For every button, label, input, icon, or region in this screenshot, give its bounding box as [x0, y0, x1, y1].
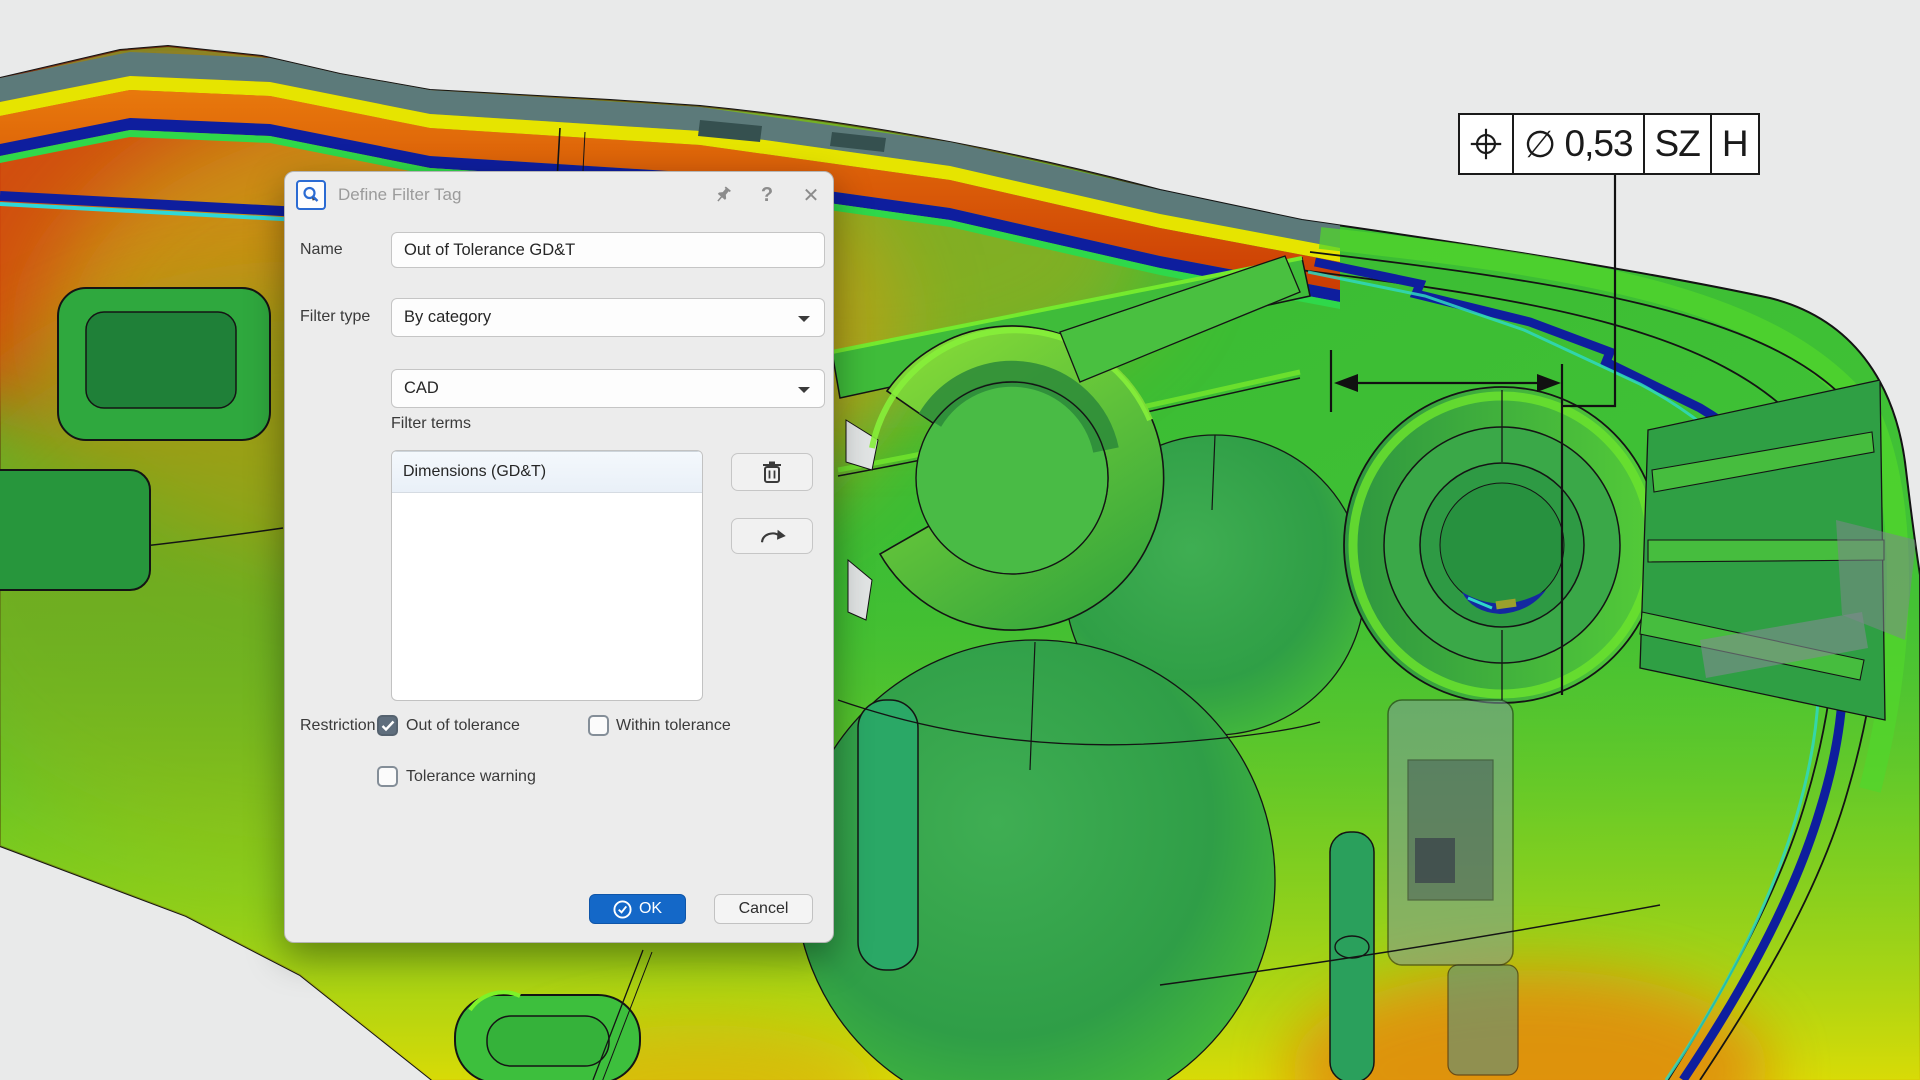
- pin-icon[interactable]: [701, 175, 745, 215]
- within-tolerance-label: Within tolerance: [616, 717, 731, 735]
- diameter-symbol: ∅: [1524, 123, 1555, 166]
- gdt-annotation[interactable]: ∅ 0,53 SZ H: [1458, 113, 1760, 175]
- chevron-down-icon: [798, 387, 810, 393]
- check-icon: [381, 720, 395, 732]
- category-value: CAD: [404, 379, 439, 398]
- list-item[interactable]: Dimensions (GD&T): [392, 451, 702, 493]
- chevron-down-icon: [798, 316, 810, 322]
- filter-terms-list[interactable]: Dimensions (GD&T): [391, 450, 703, 701]
- name-input[interactable]: Out of Tolerance GD&T: [391, 232, 825, 268]
- delete-term-button[interactable]: [731, 453, 813, 491]
- ok-button[interactable]: OK: [589, 894, 686, 924]
- redo-arrow-icon: [757, 525, 787, 547]
- filter-tag-icon: [296, 180, 326, 210]
- restriction-label: Restriction: [300, 717, 376, 735]
- tolerance-warning-checkbox[interactable]: [377, 766, 398, 787]
- name-value: Out of Tolerance GD&T: [404, 241, 575, 260]
- tolerance-value: 0,53: [1565, 123, 1633, 165]
- filter-type-dropdown[interactable]: By category: [391, 298, 825, 337]
- position-tolerance-icon: [1460, 115, 1514, 173]
- help-icon[interactable]: ?: [745, 175, 789, 215]
- filter-terms-label: Filter terms: [391, 415, 471, 433]
- tolerance-zone-cell: SZ: [1645, 115, 1712, 173]
- filter-type-label: Filter type: [300, 308, 370, 326]
- out-of-tolerance-label: Out of tolerance: [406, 717, 520, 735]
- close-icon[interactable]: ✕: [789, 175, 833, 215]
- within-tolerance-checkbox[interactable]: [588, 715, 609, 736]
- move-term-button[interactable]: [731, 518, 813, 554]
- ok-check-icon: [613, 900, 632, 919]
- application-window: ∅ 0,53 SZ H Define Filter Tag: [0, 0, 1920, 1080]
- cancel-button[interactable]: Cancel: [714, 894, 813, 924]
- datum-cell: H: [1712, 115, 1758, 173]
- category-dropdown[interactable]: CAD: [391, 369, 825, 408]
- ok-button-label: OK: [639, 900, 662, 918]
- cancel-button-label: Cancel: [739, 900, 789, 918]
- define-filter-tag-dialog: Define Filter Tag ? ✕ Name Out of Tolera…: [284, 171, 834, 943]
- list-item-label: Dimensions (GD&T): [403, 463, 546, 481]
- trash-icon: [761, 460, 783, 484]
- tolerance-value-cell: ∅ 0,53: [1514, 115, 1645, 173]
- out-of-tolerance-checkbox[interactable]: [377, 715, 398, 736]
- name-label: Name: [300, 241, 343, 259]
- filter-type-value: By category: [404, 308, 491, 327]
- circular-boss-feature: [1344, 387, 1660, 703]
- dialog-title: Define Filter Tag: [338, 185, 461, 205]
- dialog-titlebar[interactable]: Define Filter Tag ? ✕: [285, 172, 833, 218]
- tolerance-warning-label: Tolerance warning: [406, 768, 536, 786]
